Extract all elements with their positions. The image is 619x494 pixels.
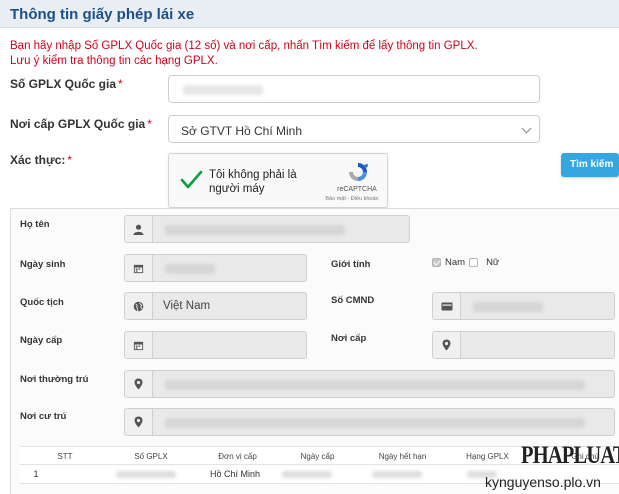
col-header-issue-date: Ngày cấp: [300, 452, 335, 461]
user-icon: [133, 224, 144, 235]
watermark-site: kynguyenso.plo.vn: [485, 474, 601, 490]
full-name-label: Họ tên: [20, 219, 50, 230]
col-header-stt: STT: [57, 452, 73, 461]
calendar-icon: [133, 264, 144, 273]
chevron-down-icon: [521, 123, 532, 134]
license-number-input[interactable]: [168, 75, 540, 103]
recaptcha-logo-icon: [349, 163, 368, 181]
notice-line-1: Bạn hãy nhập Số GPLX Quốc gia (12 số) và…: [10, 40, 478, 52]
gender-male-checkbox[interactable]: [432, 258, 441, 267]
page-title: Thông tin giấy phép lái xe: [0, 0, 619, 28]
recaptcha-widget: Tôi không phải là người máy reCAPTCHA Bả…: [168, 153, 388, 208]
residence-label: Nơi cư trú: [20, 411, 67, 422]
gender-options: Nam Nữ: [432, 257, 499, 268]
nationality-value: Việt Nam: [163, 300, 211, 312]
redacted-value: [372, 471, 422, 478]
redacted-value: [473, 302, 543, 312]
id-number-field: [432, 292, 615, 320]
col-header-unit: Đơn vị cấp: [218, 452, 257, 461]
watermark-logo: PHAPLUAT: [521, 442, 619, 469]
full-name-field: [124, 215, 410, 243]
gender-female-label: Nữ: [486, 257, 500, 268]
col-header-license-no: Số GPLX: [134, 452, 168, 461]
nationality-label: Quốc tịch: [20, 297, 64, 308]
issue-date-field: [124, 331, 307, 359]
nationality-field: Việt Nam: [124, 292, 307, 320]
permanent-address-field: [124, 370, 615, 398]
dob-field: [124, 254, 307, 282]
permanent-address-label: Nơi thường trú: [20, 374, 89, 385]
issuing-place-select[interactable]: Sở GTVT Hồ Chí Minh: [168, 115, 540, 143]
gender-female-checkbox[interactable]: [469, 258, 479, 267]
cell-stt: 1: [33, 469, 39, 479]
issue-place-field: [432, 331, 615, 359]
license-number-label: Số GPLX Quốc gia *: [10, 77, 123, 91]
issuing-place-label: Nơi cấp GPLX Quốc gia *: [10, 117, 152, 131]
dob-label: Ngày sinh: [20, 259, 66, 270]
redacted-value: [183, 85, 263, 95]
issue-date-label: Ngày cấp: [20, 335, 63, 346]
redacted-value: [116, 471, 176, 478]
calendar-icon: [133, 341, 144, 350]
gender-male-label: Nam: [445, 257, 466, 268]
redacted-value: [165, 225, 345, 235]
issuing-place-value: Sở GTVT Hồ Chí Minh: [181, 124, 303, 138]
checkmark-icon[interactable]: [179, 168, 203, 192]
id-card-icon: [441, 302, 452, 310]
map-marker-icon: [134, 378, 143, 390]
search-button[interactable]: Tìm kiếm: [561, 153, 619, 177]
col-header-class: Hạng GPLX: [466, 452, 509, 461]
redacted-value: [282, 471, 332, 478]
globe-icon: [133, 301, 144, 311]
col-header-expiry: Ngày hết hạn: [378, 452, 427, 461]
verify-label: Xác thực: *: [10, 153, 73, 167]
redacted-value: [165, 264, 215, 274]
recaptcha-text: Tôi không phải là người máy: [209, 169, 297, 195]
redacted-value: [165, 418, 585, 428]
cell-unit: Hồ Chí Minh: [209, 469, 261, 479]
id-number-label: Số CMND: [331, 295, 375, 306]
recaptcha-brand: reCAPTCHA: [337, 186, 377, 193]
map-marker-icon: [134, 416, 143, 428]
recaptcha-terms-link[interactable]: Bảo mật - Điều khoản: [317, 196, 387, 202]
residence-field: [124, 408, 615, 436]
issue-place-label: Nơi cấp: [331, 333, 367, 344]
gender-label: Giới tính: [331, 259, 371, 270]
redacted-value: [165, 380, 585, 390]
notice-line-2: Lưu ý kiểm tra thông tin các hạng GPLX.: [10, 55, 218, 67]
map-marker-icon: [442, 339, 451, 351]
